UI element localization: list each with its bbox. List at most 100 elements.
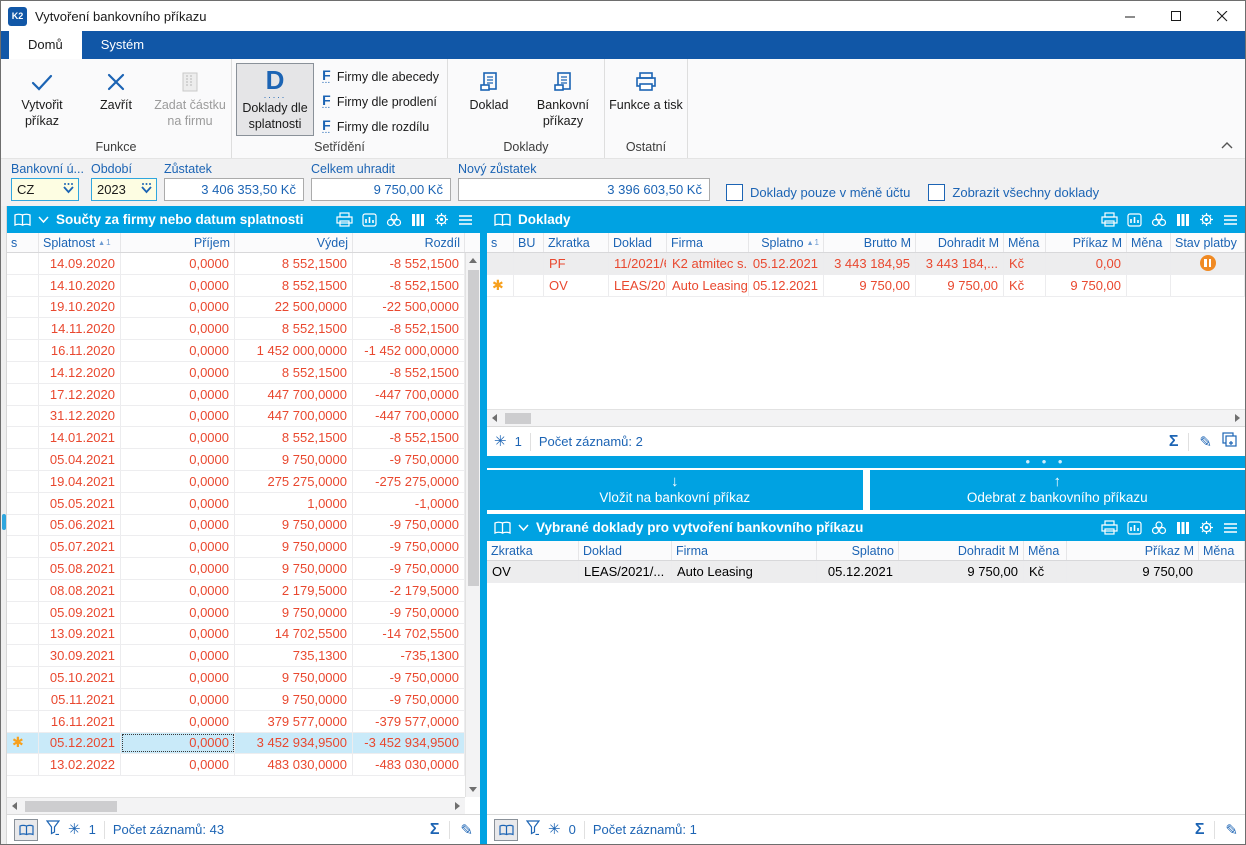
table-cell[interactable]: [7, 536, 39, 557]
table-cell[interactable]: 0,0000: [121, 384, 235, 405]
table-cell[interactable]: 9 750,0000: [235, 515, 353, 536]
table-cell[interactable]: 0,0000: [121, 624, 235, 645]
tab-domu[interactable]: Domů: [9, 31, 82, 59]
table-row[interactable]: 14.10.20200,00008 552,1500-8 552,1500: [7, 275, 465, 297]
book-icon[interactable]: [14, 213, 31, 227]
table-cell[interactable]: 0,0000: [121, 362, 235, 383]
table-cell[interactable]: [7, 340, 39, 361]
table-cell[interactable]: 0,0000: [121, 536, 235, 557]
table-cell[interactable]: -9 750,0000: [353, 449, 465, 470]
col-firma[interactable]: Firma: [667, 233, 749, 252]
table-cell[interactable]: 0,0000: [121, 733, 235, 754]
table-row[interactable]: 16.11.20210,0000379 577,0000-379 577,000…: [7, 711, 465, 733]
table-cell[interactable]: 3 443 184,95: [824, 253, 916, 274]
table-cell[interactable]: -379 577,0000: [353, 711, 465, 732]
table-cell[interactable]: 19.04.2021: [39, 471, 121, 492]
table-row[interactable]: 14.09.20200,00008 552,1500-8 552,1500: [7, 253, 465, 275]
col-mena[interactable]: Měna: [1004, 233, 1046, 252]
remove-from-order-button[interactable]: ↑ Odebrat z bankovního příkazu: [870, 470, 1246, 510]
col-mena-2[interactable]: Měna: [1127, 233, 1171, 252]
book-icon[interactable]: [494, 213, 511, 227]
table-row[interactable]: PF11/2021/6K2 atmitec s....05.12.20213 4…: [487, 253, 1245, 275]
table-cell[interactable]: 05.08.2021: [39, 558, 121, 579]
firms-diff-button[interactable]: F... Firmy dle rozdílu: [322, 114, 439, 139]
table-cell[interactable]: 3 443 184,...: [916, 253, 1004, 274]
sum-icon[interactable]: Σ: [1195, 821, 1205, 839]
table-cell[interactable]: K2 atmitec s....: [667, 253, 749, 274]
table-cell[interactable]: 3 452 934,9500: [235, 733, 353, 754]
book-toggle-icon[interactable]: [494, 819, 518, 841]
table-cell[interactable]: [1171, 253, 1245, 274]
close-button[interactable]: Zavřít: [79, 62, 153, 114]
table-row[interactable]: 05.12.20210,00003 452 934,9500-3 452 934…: [7, 733, 465, 755]
table-cell[interactable]: [7, 384, 39, 405]
table-cell[interactable]: 16.11.2021: [39, 711, 121, 732]
chevron-down-icon[interactable]: [38, 216, 49, 223]
col-s[interactable]: s: [487, 233, 514, 252]
table-row[interactable]: 17.12.20200,0000447 700,0000-447 700,000…: [7, 384, 465, 406]
table-cell[interactable]: 13.09.2021: [39, 624, 121, 645]
table-cell[interactable]: 30.09.2021: [39, 645, 121, 666]
close-icon[interactable]: [1199, 1, 1245, 31]
table-cell[interactable]: 0,0000: [121, 406, 235, 427]
relations-icon[interactable]: [1151, 521, 1167, 535]
table-cell[interactable]: 8 552,1500: [235, 318, 353, 339]
scroll-up-icon[interactable]: [466, 253, 481, 268]
table-row[interactable]: 05.11.20210,00009 750,0000-9 750,0000: [7, 689, 465, 711]
table-cell[interactable]: 8 552,1500: [235, 362, 353, 383]
table-cell[interactable]: Kč: [1004, 253, 1046, 274]
book-icon[interactable]: [494, 521, 511, 535]
scroll-down-icon[interactable]: [466, 782, 481, 797]
table-cell[interactable]: 9 750,0000: [235, 449, 353, 470]
table-cell[interactable]: [1127, 253, 1171, 274]
create-order-button[interactable]: Vytvořit příkaz: [5, 62, 79, 129]
col-s[interactable]: s: [7, 233, 39, 252]
table-row[interactable]: 05.05.20210,00001,0000-1,0000: [7, 493, 465, 515]
table-cell[interactable]: 379 577,0000: [235, 711, 353, 732]
col-rozdil[interactable]: Rozdíl: [353, 233, 465, 252]
scrollbar-thumb[interactable]: [505, 413, 531, 424]
col-splatnost[interactable]: Splatnost1: [39, 233, 121, 252]
checkbox-show-all[interactable]: Zobrazit všechny doklady: [928, 184, 1099, 201]
table-cell[interactable]: -9 750,0000: [353, 689, 465, 710]
table-cell[interactable]: 31.12.2020: [39, 406, 121, 427]
table-cell[interactable]: 735,1300: [235, 645, 353, 666]
table-cell[interactable]: 1,0000: [235, 493, 353, 514]
table-cell[interactable]: 17.12.2020: [39, 384, 121, 405]
table-cell[interactable]: 9 750,00: [824, 275, 916, 296]
table-cell[interactable]: 0,0000: [121, 449, 235, 470]
firms-alpha-button[interactable]: F... Firmy dle abecedy: [322, 64, 439, 89]
chevron-down-icon[interactable]: [518, 524, 529, 531]
col-vydej[interactable]: Výdej: [235, 233, 353, 252]
chart-icon[interactable]: [362, 213, 377, 227]
col-brutto[interactable]: Brutto M: [824, 233, 916, 252]
record-marker-icon[interactable]: ✳: [494, 434, 507, 449]
table-row[interactable]: 05.07.20210,00009 750,0000-9 750,0000: [7, 536, 465, 558]
relations-icon[interactable]: [1151, 213, 1167, 227]
table-row[interactable]: 31.12.20200,0000447 700,0000-447 700,000…: [7, 406, 465, 428]
table-cell[interactable]: [7, 471, 39, 492]
table-cell[interactable]: 0,00: [1046, 253, 1127, 274]
columns-icon[interactable]: [1176, 213, 1190, 227]
table-cell[interactable]: 14.09.2020: [39, 253, 121, 274]
gear-icon[interactable]: [1199, 212, 1214, 227]
maximize-icon[interactable]: [1153, 1, 1199, 31]
table-cell[interactable]: 08.08.2021: [39, 580, 121, 601]
table-cell[interactable]: [7, 362, 39, 383]
table-cell[interactable]: -275 275,0000: [353, 471, 465, 492]
table-cell[interactable]: 0,0000: [121, 493, 235, 514]
col-zkratka[interactable]: Zkratka: [544, 233, 609, 252]
col-zkratka[interactable]: Zkratka: [487, 541, 579, 560]
table-cell[interactable]: 0,0000: [121, 471, 235, 492]
table-cell[interactable]: 9 750,0000: [235, 602, 353, 623]
table-cell[interactable]: 11/2021/6: [609, 253, 667, 274]
table-cell[interactable]: -9 750,0000: [353, 536, 465, 557]
menu-icon[interactable]: [1223, 522, 1238, 534]
enter-amount-button[interactable]: Zadat částku na firmu: [153, 62, 227, 129]
scroll-left-icon[interactable]: [7, 799, 22, 814]
bank-account-select[interactable]: CZ: [11, 178, 79, 201]
table-cell[interactable]: 0,0000: [121, 602, 235, 623]
table-row[interactable]: 19.04.20210,0000275 275,0000-275 275,000…: [7, 471, 465, 493]
table-cell[interactable]: -2 179,5000: [353, 580, 465, 601]
table-cell[interactable]: 0,0000: [121, 754, 235, 775]
